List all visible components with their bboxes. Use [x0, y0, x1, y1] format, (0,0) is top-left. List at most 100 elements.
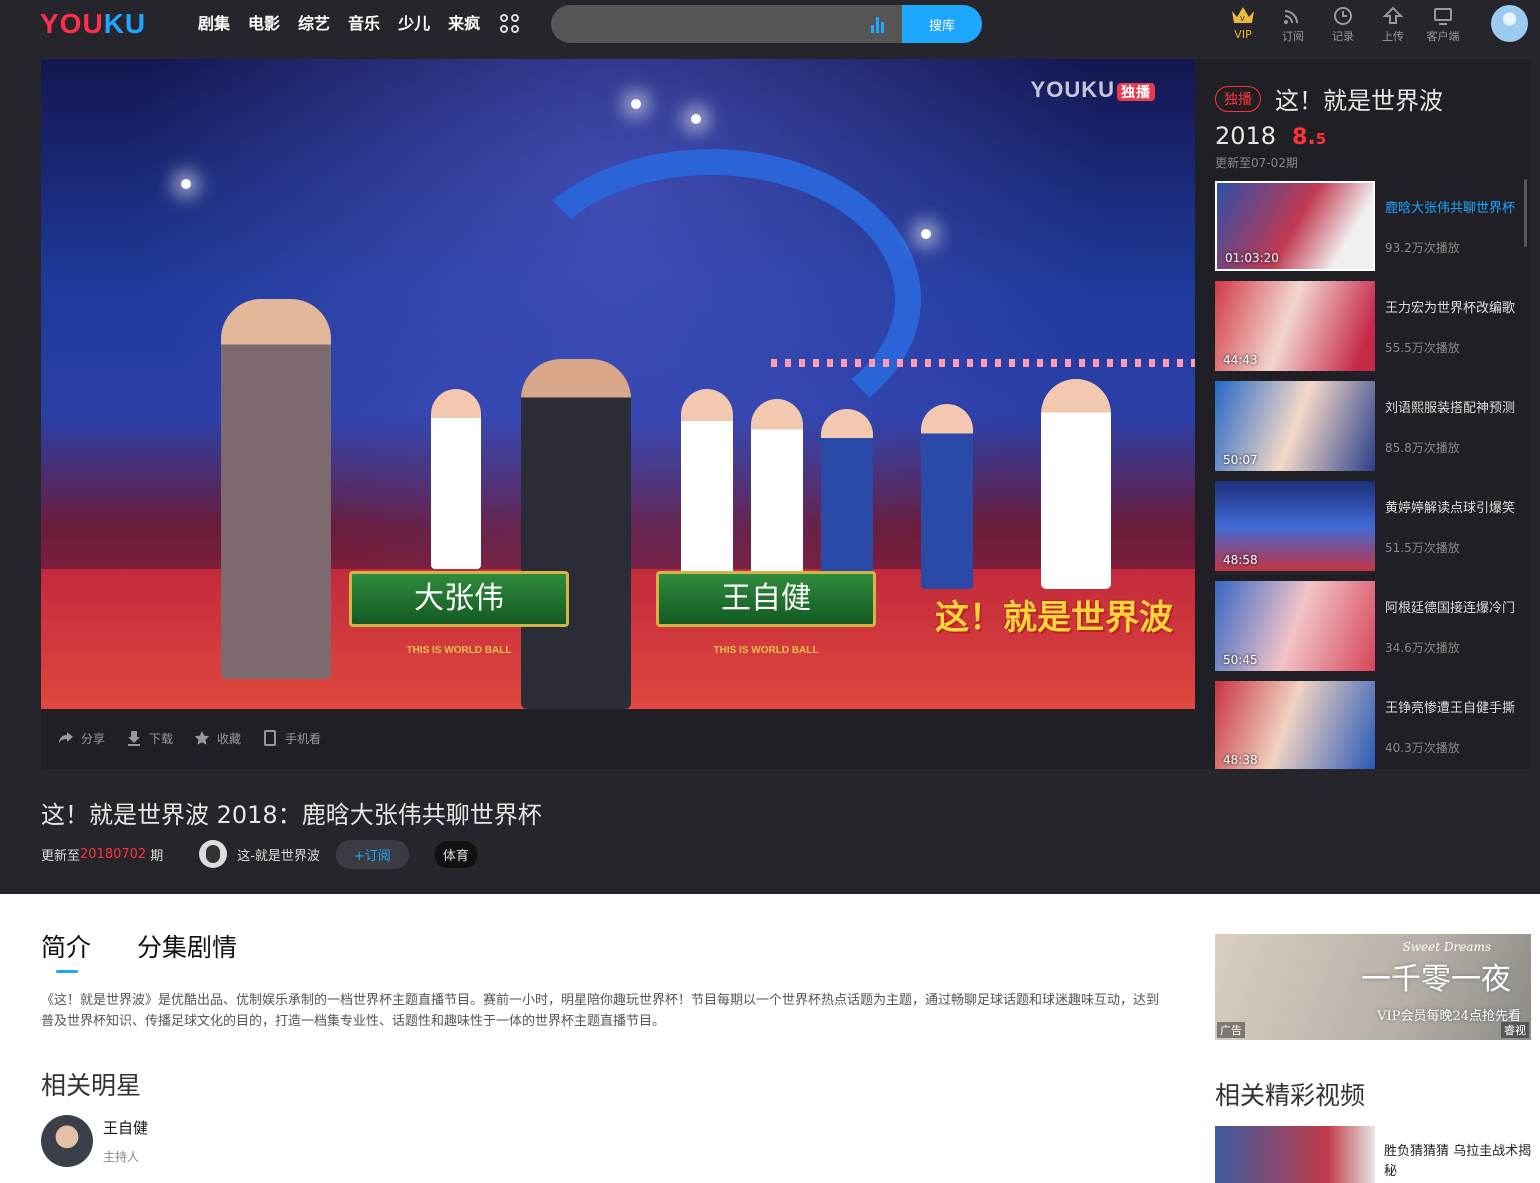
subscribe-tool-button[interactable]: 订阅: [1268, 4, 1318, 44]
show-description: 《这！就是世界波》是优酷出品、优制娱乐承制的一档世界杯主题直播节目。赛前一小时，…: [41, 993, 1160, 1029]
episode-thumbnail[interactable]: 44:43: [1215, 281, 1375, 371]
header-tools: V VIP 订阅 记录 上传 客户端: [1218, 4, 1468, 44]
download-label: 下载: [149, 731, 174, 746]
search-input[interactable]: [565, 5, 865, 43]
history-button[interactable]: 记录: [1318, 4, 1368, 44]
ad-brand: 睿视: [1501, 1022, 1529, 1038]
episode-thumbnail[interactable]: 01:03:20: [1215, 181, 1375, 271]
episode-plays: 55.5万次播放: [1385, 341, 1460, 355]
episode-duration: 50:45: [1223, 653, 1258, 667]
monitor-icon: [1418, 4, 1468, 28]
name-card-2: 王自健: [656, 571, 876, 627]
client-button[interactable]: 客户端: [1418, 4, 1468, 44]
more-categories-icon[interactable]: [500, 14, 522, 36]
nav-item-laifeng[interactable]: 来疯: [448, 12, 480, 36]
category-tag[interactable]: 体育: [434, 840, 477, 868]
episode-duration: 48:38: [1223, 753, 1258, 767]
youku-watermark: YOUKU 独播: [1031, 77, 1155, 103]
spotlight: [631, 99, 641, 109]
favorite-button[interactable]: 收藏: [193, 729, 241, 747]
episode-item[interactable]: 44:43 王力宏为世界杯改编歌 55.5万次播放: [1215, 279, 1515, 379]
related-video-title[interactable]: 胜负猜猜猜 乌拉圭战术揭秘: [1384, 1142, 1534, 1182]
host-figure: [521, 359, 631, 709]
episode-item[interactable]: 50:45 阿根廷德国接连爆冷门 34.6万次播放: [1215, 579, 1515, 679]
main-nav: 剧集 电影 综艺 音乐 少儿 来疯: [198, 12, 480, 36]
tab-intro[interactable]: 简介: [41, 928, 91, 973]
nav-item-dramas[interactable]: 剧集: [198, 12, 230, 36]
name-card-2-sub: THIS IS WORLD BALL: [713, 645, 819, 656]
dancer-figure: [431, 389, 481, 569]
episode-thumbnail[interactable]: 48:38: [1215, 681, 1375, 769]
crown-icon: V: [1218, 4, 1268, 28]
star-avatar[interactable]: [41, 1115, 93, 1167]
sidebar-header: 独播 这！就是世界波 2018 8.5 更新至07-02期: [1215, 81, 1515, 171]
logo-part2: KU: [103, 8, 147, 39]
related-video-item[interactable]: 胜负猜猜猜 乌拉圭战术揭秘: [1215, 1126, 1531, 1183]
upload-icon: [1368, 4, 1418, 28]
episode-title[interactable]: 鹿晗大张伟共聊世界杯: [1385, 199, 1515, 219]
youku-logo[interactable]: YOUKU: [40, 8, 146, 40]
episode-duration: 01:03:20: [1225, 251, 1279, 265]
dancer-figure: [681, 389, 733, 589]
dancer-figure: [751, 399, 803, 589]
episode-duration: 48:58: [1223, 553, 1258, 567]
sidebar-scrollbar[interactable]: [1524, 179, 1527, 247]
dancer-figure: [921, 404, 973, 589]
episode-page-title: 这！就是世界波 2018：鹿晗大张伟共聊世界杯: [41, 801, 542, 829]
share-button[interactable]: 分享: [57, 729, 105, 747]
sidebar-show-title[interactable]: 这！就是世界波: [1275, 87, 1443, 115]
top-bar: YOUKU 剧集 电影 综艺 音乐 少儿 来疯 搜库 V VIP 订阅 记录 上…: [0, 0, 1540, 48]
episode-title[interactable]: 王铮亮惨遭王自健手撕: [1385, 699, 1515, 719]
video-player[interactable]: YOUKU 独播 大张伟 THIS IS WORLD BALL 王自健 THIS …: [41, 59, 1195, 709]
episode-thumbnail[interactable]: 50:07: [1215, 381, 1375, 471]
episode-thumbnail[interactable]: 50:45: [1215, 581, 1375, 671]
mobile-watch-button[interactable]: 手机看: [261, 729, 321, 747]
episode-meta: 更新至 20180702 期 这-就是世界波 +订阅 体育: [41, 839, 477, 869]
dancer-figure: [1041, 379, 1111, 589]
episode-item[interactable]: 48:38 王铮亮惨遭王自健手撕 40.3万次播放: [1215, 679, 1515, 769]
related-video-thumbnail[interactable]: [1215, 1126, 1375, 1183]
tab-episode-plot[interactable]: 分集剧情: [137, 928, 237, 964]
episode-item[interactable]: 01:03:20 鹿晗大张伟共聊世界杯 93.2万次播放: [1215, 179, 1515, 279]
search-button[interactable]: 搜库: [902, 5, 982, 43]
nav-item-music[interactable]: 音乐: [348, 12, 380, 36]
nav-item-kids[interactable]: 少儿: [398, 12, 430, 36]
nav-item-movies[interactable]: 电影: [248, 12, 280, 36]
episode-title[interactable]: 王力宏为世界杯改编歌: [1385, 299, 1515, 319]
content-tabs: 简介 分集剧情: [41, 928, 237, 973]
logo-part1: YOU: [40, 8, 104, 39]
download-button[interactable]: 下载: [125, 729, 173, 747]
name-card-1-sub: THIS IS WORLD BALL: [406, 645, 512, 656]
star-name[interactable]: 王自健: [103, 1117, 148, 1138]
episode-title[interactable]: 阿根廷德国接连爆冷门: [1385, 599, 1515, 619]
episode-item[interactable]: 50:07 刘语熙服装搭配神预测 85.8万次播放: [1215, 379, 1515, 479]
nav-item-variety[interactable]: 综艺: [298, 12, 330, 36]
channel-name[interactable]: 这-就是世界波: [237, 845, 320, 864]
ad-subtitle: Sweet Dreams: [1402, 940, 1491, 954]
trending-bars-icon[interactable]: [871, 15, 891, 33]
vip-button[interactable]: V VIP: [1218, 4, 1268, 44]
spotlight: [921, 229, 931, 239]
episode-title[interactable]: 黄婷婷解读点球引爆笑: [1385, 499, 1515, 519]
episode-thumbnail[interactable]: 48:58: [1215, 481, 1375, 571]
sidebar-year: 2018: [1215, 122, 1277, 150]
episode-item[interactable]: 48:58 黄婷婷解读点球引爆笑 51.5万次播放: [1215, 479, 1515, 579]
ad-line: VIP会员每晚24点抢先看: [1377, 1009, 1521, 1024]
ad-banner[interactable]: Sweet Dreams 一千零一夜 VIP会员每晚24点抢先看 广告 睿视: [1215, 934, 1531, 1040]
favorite-label: 收藏: [217, 731, 242, 746]
star-icon: [193, 729, 211, 747]
download-icon: [125, 729, 143, 747]
update-prefix: 更新至: [41, 848, 81, 864]
star-item[interactable]: 王自健 主持人: [41, 1115, 148, 1167]
update-suffix: 期: [150, 848, 164, 864]
spotlight: [691, 114, 701, 124]
rss-icon: [1268, 4, 1318, 28]
user-avatar[interactable]: [1491, 5, 1528, 42]
upload-button[interactable]: 上传: [1368, 4, 1418, 44]
channel-avatar[interactable]: [199, 840, 228, 868]
ad-title: 一千零一夜: [1361, 962, 1511, 997]
vip-label: VIP: [1234, 28, 1252, 41]
episode-title[interactable]: 刘语熙服装搭配神预测: [1385, 399, 1515, 419]
subscribe-button[interactable]: +订阅: [335, 839, 409, 869]
mobile-watch-label: 手机看: [285, 731, 322, 746]
